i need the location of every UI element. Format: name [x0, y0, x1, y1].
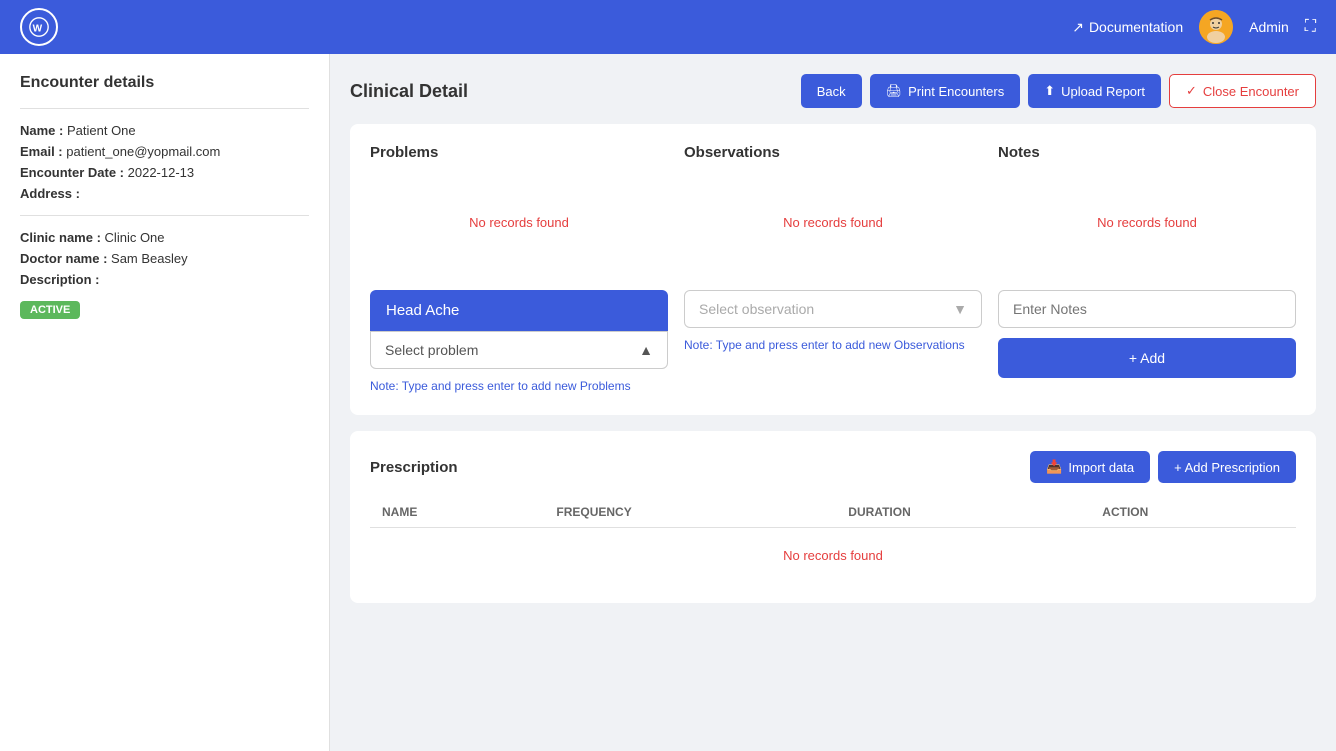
col-duration: DURATION: [836, 497, 1090, 528]
prescription-card: Prescription 📥 Import data + Add Prescri…: [350, 431, 1316, 603]
prescription-table-header: NAME FREQUENCY DURATION ACTION: [370, 497, 1296, 528]
problems-section: Problems No records found Head Ache Sele…: [370, 144, 668, 395]
documentation-link[interactable]: ↗ Documentation: [1072, 19, 1183, 36]
encounter-date-row: Encounter Date : 2022-12-13: [20, 165, 309, 180]
import-data-button[interactable]: 📥 Import data: [1030, 451, 1150, 483]
patient-email-row: Email : patient_one@yopmail.com: [20, 144, 309, 159]
notes-input[interactable]: [998, 290, 1296, 328]
prescription-title: Prescription: [370, 459, 458, 476]
observations-no-records: No records found: [684, 175, 982, 250]
col-frequency: FREQUENCY: [544, 497, 836, 528]
select-problem-dropdown[interactable]: Select problem ▲: [370, 331, 668, 369]
prescription-no-records-row: No records found: [370, 528, 1296, 584]
admin-face-icon: [1199, 10, 1233, 44]
wordpress-logo: W: [20, 8, 58, 46]
upload-icon: ⬆: [1044, 83, 1055, 99]
encounter-sidebar: Encounter details Name : Patient One Ema…: [0, 54, 330, 751]
notes-no-records: No records found: [998, 175, 1296, 250]
problems-hint: Note: Type and press enter to add new Pr…: [370, 377, 668, 395]
print-button[interactable]: 🖨 Print Encounters: [870, 74, 1021, 108]
select-observation-dropdown[interactable]: Select observation ▼: [684, 290, 982, 328]
chevron-up-icon: ▲: [639, 342, 653, 358]
admin-name: Admin: [1249, 19, 1289, 35]
prescription-buttons: 📥 Import data + Add Prescription: [1030, 451, 1296, 483]
observations-section: Observations No records found Select obs…: [684, 144, 982, 395]
address-row: Address :: [20, 186, 309, 201]
add-prescription-button[interactable]: + Add Prescription: [1158, 451, 1296, 483]
nav-left: W: [20, 8, 58, 46]
patient-name-row: Name : Patient One: [20, 123, 309, 138]
fullscreen-icon[interactable]: ⛶: [1305, 18, 1316, 36]
observations-title: Observations: [684, 144, 982, 161]
prescription-table: NAME FREQUENCY DURATION ACTION No record…: [370, 497, 1296, 583]
add-note-button[interactable]: + Add: [998, 338, 1296, 378]
observations-hint: Note: Type and press enter to add new Ob…: [684, 336, 982, 354]
upload-button[interactable]: ⬆ Upload Report: [1028, 74, 1161, 108]
external-link-icon: ↗: [1072, 19, 1084, 36]
sidebar-title: Encounter details: [20, 74, 309, 92]
prescription-no-records: No records found: [370, 528, 1296, 584]
prescription-header: Prescription 📥 Import data + Add Prescri…: [370, 451, 1296, 483]
clinical-sections-card: Problems No records found Head Ache Sele…: [350, 124, 1316, 415]
notes-section: Notes No records found + Add: [998, 144, 1296, 395]
clinic-name-row: Clinic name : Clinic One: [20, 230, 309, 245]
close-encounter-button[interactable]: ✓ Close Encounter: [1169, 74, 1316, 108]
notes-title: Notes: [998, 144, 1296, 161]
problem-tag: Head Ache: [370, 290, 668, 331]
top-navigation: W ↗ Documentation Admin ⛶: [0, 0, 1336, 54]
page-title: Clinical Detail: [350, 81, 468, 102]
header-buttons: Back 🖨 Print Encounters ⬆ Upload Report …: [801, 74, 1316, 108]
back-button[interactable]: Back: [801, 74, 862, 108]
chevron-down-icon: ▼: [953, 301, 967, 317]
nav-right: ↗ Documentation Admin ⛶: [1072, 10, 1316, 44]
content-header: Clinical Detail Back 🖨 Print Encounters …: [350, 74, 1316, 108]
problems-no-records: No records found: [370, 175, 668, 250]
problems-title: Problems: [370, 144, 668, 161]
three-col-layout: Problems No records found Head Ache Sele…: [370, 144, 1296, 395]
doctor-name-row: Doctor name : Sam Beasley: [20, 251, 309, 266]
import-icon: 📥: [1046, 459, 1062, 475]
col-action: ACTION: [1090, 497, 1296, 528]
svg-text:W: W: [33, 24, 43, 35]
checkmark-icon: ✓: [1186, 83, 1197, 99]
col-name: NAME: [370, 497, 544, 528]
main-content: Clinical Detail Back 🖨 Print Encounters …: [330, 54, 1336, 751]
print-icon: 🖨: [886, 83, 903, 99]
admin-avatar: [1199, 10, 1233, 44]
status-badge: ACTIVE: [20, 301, 80, 319]
description-row: Description :: [20, 272, 309, 287]
